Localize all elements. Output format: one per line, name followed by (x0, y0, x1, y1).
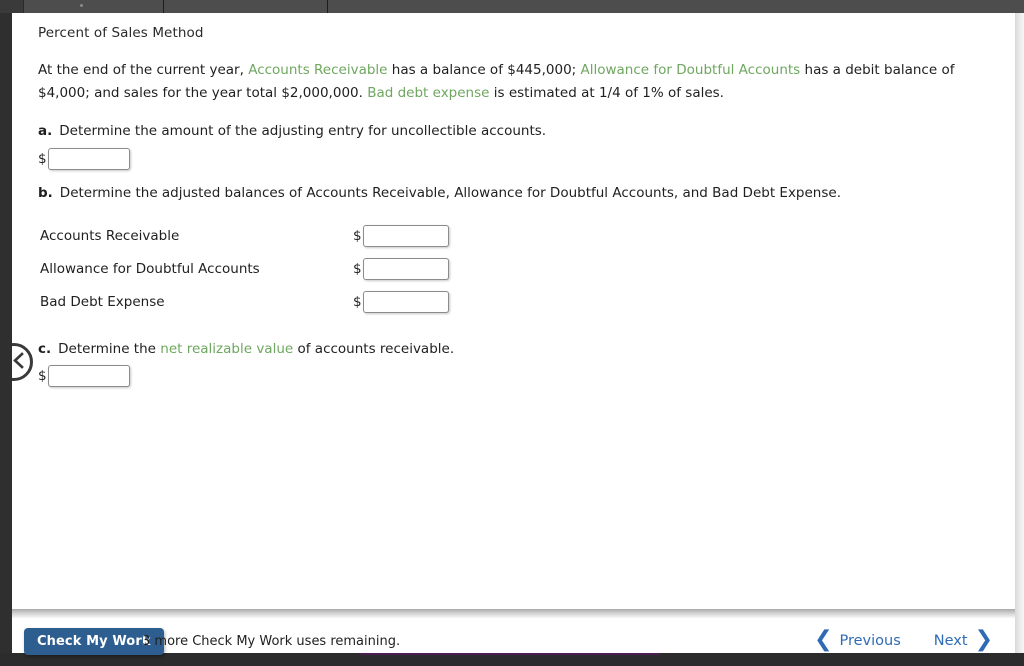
question-part-c: c. Determine the net realizable value of … (38, 341, 454, 357)
part-c-answer-row: $ (38, 365, 130, 387)
check-my-work-uses-note: 3 more Check My Work uses remaining. (142, 634, 401, 649)
adjusted-balances-table: Accounts Receivable $ Allowance for Doub… (40, 219, 449, 318)
part-c-label: c. (38, 341, 52, 357)
pagination-nav: ❮ Previous Next ❯ (814, 627, 993, 652)
term-net-realizable-value[interactable]: net realizable value (160, 341, 293, 357)
chevron-left-icon (12, 351, 25, 373)
prompt-text-2: has a balance of $445,000; (387, 62, 581, 78)
chevron-left-icon: ❮ (814, 627, 833, 652)
row-label-allowance-doubtful-accounts: Allowance for Doubtful Accounts (40, 260, 260, 277)
row-field-bad-debt-expense: $ (353, 290, 449, 313)
exercise-content: Percent of Sales Method At the end of th… (12, 13, 1015, 653)
toolbar-segment-tab-1[interactable] (24, 0, 164, 13)
chevron-right-icon: ❯ (974, 627, 993, 652)
table-row: Allowance for Doubtful Accounts $ (40, 252, 449, 285)
browser-toolbar (0, 0, 1024, 13)
term-allowance-doubtful-accounts[interactable]: Allowance for Doubtful Accounts (581, 62, 801, 78)
part-c-text-after: of accounts receivable. (293, 341, 455, 357)
term-bad-debt-expense[interactable]: Bad debt expense (367, 85, 489, 101)
prompt-text-1: At the end of the current year, (38, 62, 249, 78)
part-c-answer-input[interactable] (47, 365, 130, 387)
part-c-text-before: Determine the (58, 341, 161, 357)
toolbar-dot-icon (80, 4, 83, 7)
part-b-text: Determine the adjusted balances of Accou… (59, 185, 841, 201)
collapse-panel-button[interactable] (12, 343, 33, 381)
next-label: Next (933, 633, 968, 649)
prompt-text-4: is estimated at 1/4 of 1% of sales. (489, 85, 724, 101)
allowance-doubtful-accounts-input[interactable] (362, 257, 449, 280)
next-link[interactable]: Next ❯ (933, 627, 993, 652)
part-b-label: b. (38, 185, 53, 201)
currency-symbol: $ (38, 368, 47, 384)
part-a-label: a. (38, 123, 53, 139)
right-chrome-edge (1015, 13, 1024, 653)
previous-link[interactable]: ❮ Previous (814, 627, 901, 652)
row-label-accounts-receivable: Accounts Receivable (40, 227, 180, 244)
app-screen: Percent of Sales Method At the end of th… (0, 0, 1024, 666)
row-field-allowance-doubtful-accounts: $ (353, 257, 449, 280)
bad-debt-expense-input[interactable] (362, 290, 449, 313)
toolbar-segment-tab-2[interactable] (164, 0, 328, 13)
bottom-accent-strip (360, 653, 660, 655)
accounts-receivable-input[interactable] (362, 224, 449, 247)
page-title: Percent of Sales Method (38, 25, 204, 41)
previous-label: Previous (839, 633, 901, 649)
currency-symbol: $ (38, 151, 47, 167)
term-accounts-receivable[interactable]: Accounts Receivable (248, 62, 387, 78)
currency-symbol: $ (353, 293, 362, 310)
table-row: Bad Debt Expense $ (40, 285, 449, 318)
footer-separator (12, 609, 1015, 618)
question-part-a: a. Determine the amount of the adjusting … (38, 123, 546, 139)
currency-symbol: $ (353, 227, 362, 244)
left-chrome-rail (0, 13, 12, 653)
table-row: Accounts Receivable $ (40, 219, 449, 252)
row-field-accounts-receivable: $ (353, 224, 449, 247)
part-a-text: Determine the amount of the adjusting en… (59, 123, 547, 139)
problem-statement: At the end of the current year, Accounts… (38, 59, 988, 105)
footer-bar: Check My Work 3 more Check My Work uses … (12, 618, 1015, 655)
part-a-answer-row: $ (38, 148, 130, 170)
currency-symbol: $ (353, 260, 362, 277)
toolbar-segment-tab-3[interactable] (328, 0, 1024, 13)
row-label-bad-debt-expense: Bad Debt Expense (40, 293, 165, 310)
toolbar-segment-left (0, 0, 24, 13)
part-a-answer-input[interactable] (47, 148, 130, 170)
question-part-b: b. Determine the adjusted balances of Acc… (38, 185, 841, 201)
